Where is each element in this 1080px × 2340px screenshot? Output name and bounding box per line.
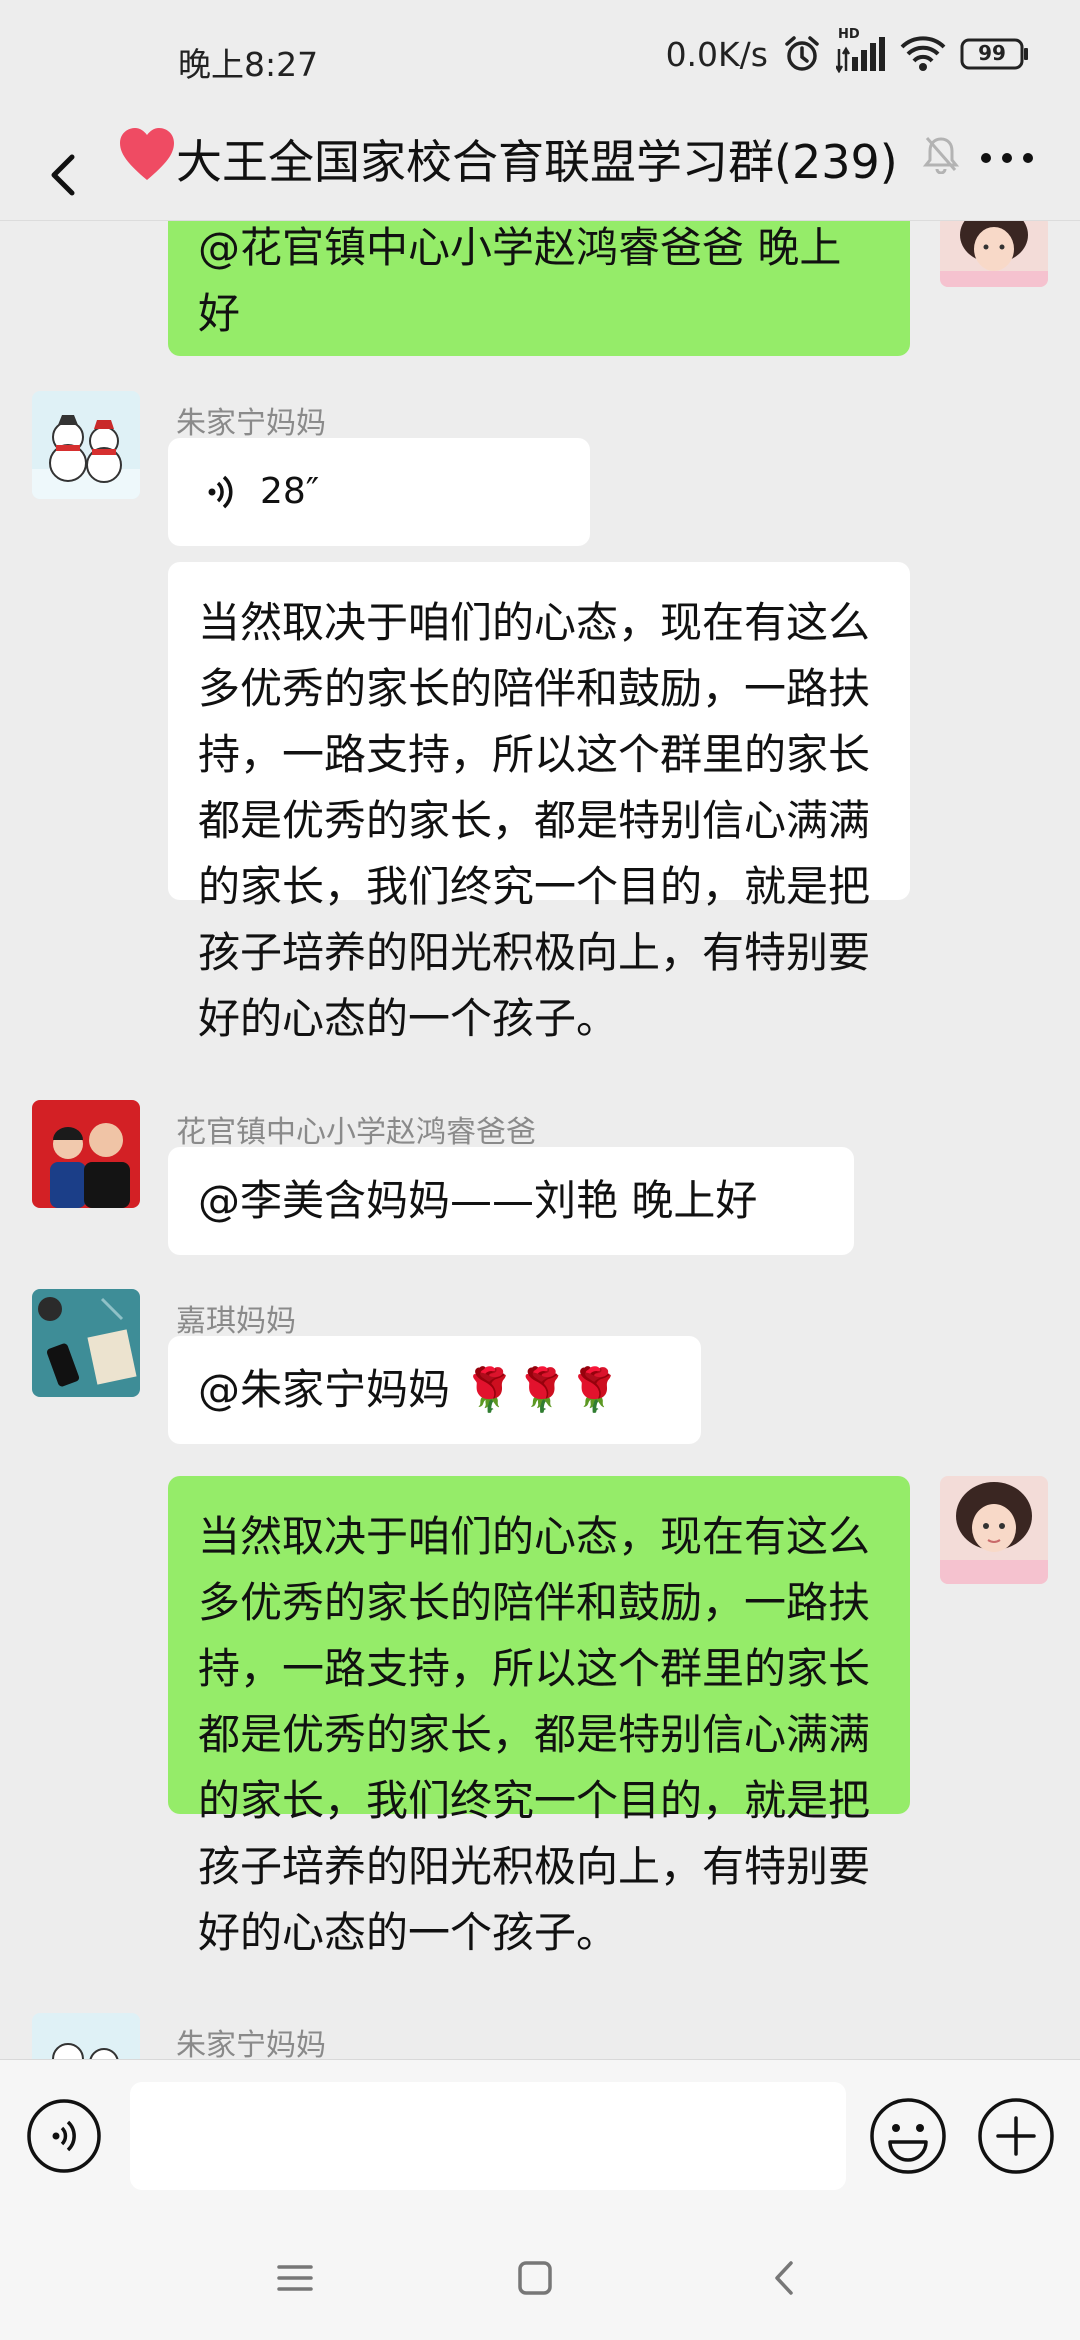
message-text: 当然取决于咱们的心态，现在有这么多优秀的家长的陪伴和鼓励，一路扶持，一路支持，所…: [198, 598, 871, 1043]
message-text: @朱家宁妈妈 🌹🌹🌹: [198, 1365, 621, 1414]
message-text: @李美含妈妈——刘艳 晚上好: [198, 1176, 758, 1225]
my-avatar[interactable]: [940, 221, 1048, 287]
message-bubble[interactable]: @朱家宁妈妈 🌹🌹🌹: [168, 1336, 701, 1444]
back-button[interactable]: [28, 140, 98, 210]
message-bubble[interactable]: @花官镇中心小学赵鸿睿爸爸 晚上好: [168, 221, 910, 356]
home-button[interactable]: [510, 2253, 560, 2303]
red-heart-icon: [118, 126, 176, 186]
sender-avatar[interactable]: [32, 1100, 140, 1208]
menu-icon: [277, 2265, 313, 2291]
network-type-label: HD: [838, 27, 860, 42]
recent-apps-button[interactable]: [270, 2253, 320, 2303]
status-bar: 晚上8:27 0.0K/s HD 99: [0, 0, 1080, 120]
message-input[interactable]: [130, 2082, 846, 2190]
more-functions-button[interactable]: [976, 2096, 1056, 2176]
plus-icon: [978, 2098, 1054, 2174]
system-nav-bar: [0, 2219, 1080, 2340]
message-text: 当然取决于咱们的心态，现在有这么多优秀的家长的陪伴和鼓励，一路扶持，一路支持，所…: [198, 1512, 871, 1957]
signal-icon: HD: [836, 27, 886, 73]
sender-name: 朱家宁妈妈: [176, 406, 326, 441]
system-back-button[interactable]: [760, 2253, 810, 2303]
sender-avatar[interactable]: [32, 1289, 140, 1397]
status-icons: 0.0K/s HD 99: [665, 27, 1030, 74]
back-icon: [775, 2261, 793, 2295]
sender-avatar[interactable]: [32, 391, 140, 499]
voice-message-bubble[interactable]: 28″: [168, 438, 590, 546]
battery-icon: 99: [960, 37, 1030, 71]
chat-title: 大王全国家校合育联盟学习群(239): [176, 135, 898, 189]
sender-name: 朱家宁妈妈: [176, 2028, 326, 2059]
net-speed: 0.0K/s: [665, 34, 768, 74]
wifi-icon: [900, 36, 946, 72]
alarm-icon: [782, 34, 822, 74]
message-list[interactable]: @花官镇中心小学赵鸿睿爸爸 晚上好 朱家宁妈妈 28″ 当然取决于咱们的心态，现…: [0, 221, 1080, 2059]
message-bubble[interactable]: @李美含妈妈——刘艳 晚上好: [168, 1147, 854, 1255]
voice-mode-icon: [27, 2099, 101, 2173]
message-text: @花官镇中心小学赵鸿睿爸爸 晚上好: [198, 223, 842, 338]
my-avatar[interactable]: [940, 1476, 1048, 1584]
voice-wave-icon: [208, 475, 233, 509]
bell-off-icon: [922, 134, 960, 178]
message-bubble[interactable]: 当然取决于咱们的心态，现在有这么多优秀的家长的陪伴和鼓励，一路扶持，一路支持，所…: [168, 562, 910, 1043]
sender-avatar[interactable]: [32, 2013, 140, 2059]
more-button[interactable]: [972, 128, 1042, 188]
status-time: 晚上8:27: [178, 45, 319, 84]
battery-level: 99: [978, 41, 1006, 65]
voice-duration: 28″: [260, 471, 320, 512]
sender-name: 嘉琪妈妈: [176, 1304, 296, 1339]
message-bubble[interactable]: 当然取决于咱们的心态，现在有这么多优秀的家长的陪伴和鼓励，一路扶持，一路支持，所…: [168, 1476, 910, 1957]
voice-mode-button[interactable]: [26, 2098, 102, 2174]
chevron-left-icon: [51, 154, 75, 196]
emoji-icon: [870, 2098, 946, 2174]
sender-name: 花官镇中心小学赵鸿睿爸爸: [176, 1115, 536, 1150]
more-icon: [981, 153, 1033, 163]
home-icon: [518, 2261, 552, 2295]
emoji-button[interactable]: [868, 2096, 948, 2176]
input-bar: [0, 2059, 1080, 2220]
